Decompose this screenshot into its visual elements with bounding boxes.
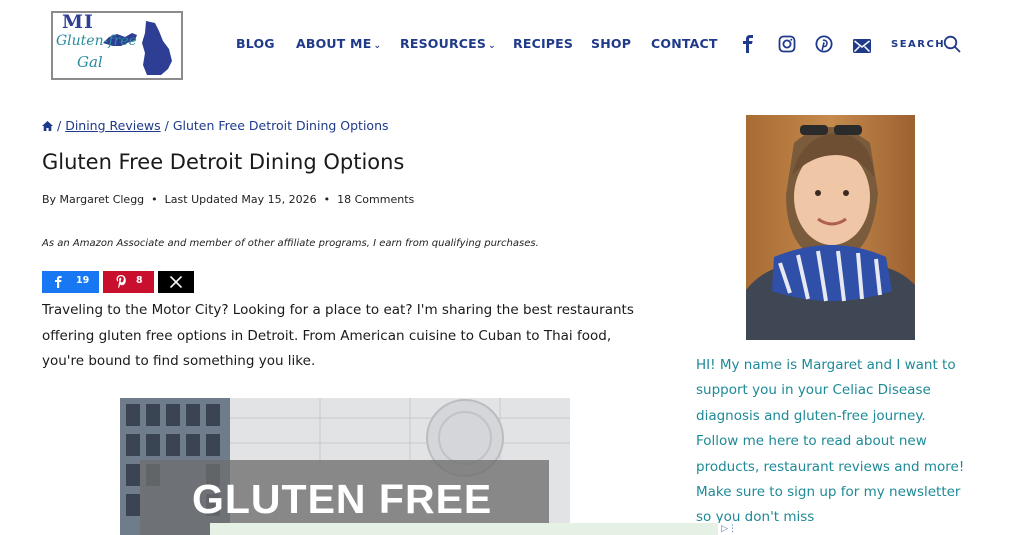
logo-mi-text: MI (62, 11, 94, 33)
pinterest-icon (116, 275, 126, 288)
logo-gal-text: Gal (77, 53, 103, 71)
instagram-icon[interactable] (778, 35, 796, 57)
email-icon[interactable] (853, 38, 871, 57)
meta-dot: • (323, 193, 331, 206)
x-share-button[interactable] (158, 271, 194, 293)
x-icon (170, 276, 182, 288)
site-header: MI Gluten-free Gal BLOG ABOUT ME ⌄ RESOUR… (0, 0, 1024, 92)
chevron-down-icon: ⌄ (373, 41, 382, 51)
comments-link[interactable]: 18 Comments (337, 193, 414, 206)
logo-gluten-free-text: Gluten-free (56, 33, 137, 49)
affiliate-disclaimer: As an Amazon Associate and member of oth… (42, 238, 539, 249)
facebook-icon (55, 276, 62, 288)
search-label[interactable]: SEARCH (891, 39, 945, 50)
breadcrumb-current: Gluten Free Detroit Dining Options (172, 118, 389, 133)
home-icon[interactable] (42, 119, 53, 134)
author-link[interactable]: By Margaret Clegg (42, 193, 144, 206)
hero-title-text: GLUTEN FREE (192, 476, 493, 522)
facebook-icon[interactable] (742, 35, 754, 57)
page-title: Gluten Free Detroit Dining Options (42, 150, 405, 174)
facebook-share-button[interactable]: 19 (42, 271, 99, 293)
post-intro: Traveling to the Motor City? Looking for… (42, 302, 634, 369)
last-updated: Last Updated May 15, 2026 (164, 193, 317, 206)
nav-contact[interactable]: CONTACT (651, 36, 718, 51)
author-photo (746, 115, 915, 340)
site-logo[interactable]: MI Gluten-free Gal (51, 11, 183, 80)
nav-shop[interactable]: SHOP (591, 36, 631, 51)
facebook-share-count: 19 (76, 275, 90, 286)
meta-dot: • (151, 193, 158, 206)
breadcrumb-separator: / (56, 118, 62, 133)
pinterest-icon[interactable] (815, 35, 833, 57)
author-bio: HI! My name is Margaret and I want to su… (696, 357, 965, 526)
chevron-down-icon: ⌄ (488, 41, 496, 51)
hero-image: GLUTEN FREE (120, 398, 570, 535)
pinterest-share-button[interactable]: 8 (103, 271, 154, 293)
search-icon[interactable] (943, 35, 961, 57)
breadcrumb: / Dining Reviews / Gluten Free Detroit D… (42, 118, 389, 134)
post-meta: By Margaret Clegg • Last Updated May 15, 2… (42, 193, 414, 206)
bottom-ad-banner[interactable]: ▷⋮ (210, 523, 740, 535)
breadcrumb-separator: / (164, 118, 169, 133)
ad-choices-icon[interactable]: ▷⋮ (718, 523, 740, 535)
nav-recipes[interactable]: RECIPES (513, 36, 573, 51)
breadcrumb-dining-reviews[interactable]: Dining Reviews (65, 118, 160, 133)
nav-about-me[interactable]: ABOUT ME ⌄ (296, 36, 381, 51)
nav-resources[interactable]: RESOURCES ⌄ (400, 36, 496, 51)
nav-blog[interactable]: BLOG (236, 36, 275, 51)
pinterest-share-count: 8 (136, 275, 143, 286)
